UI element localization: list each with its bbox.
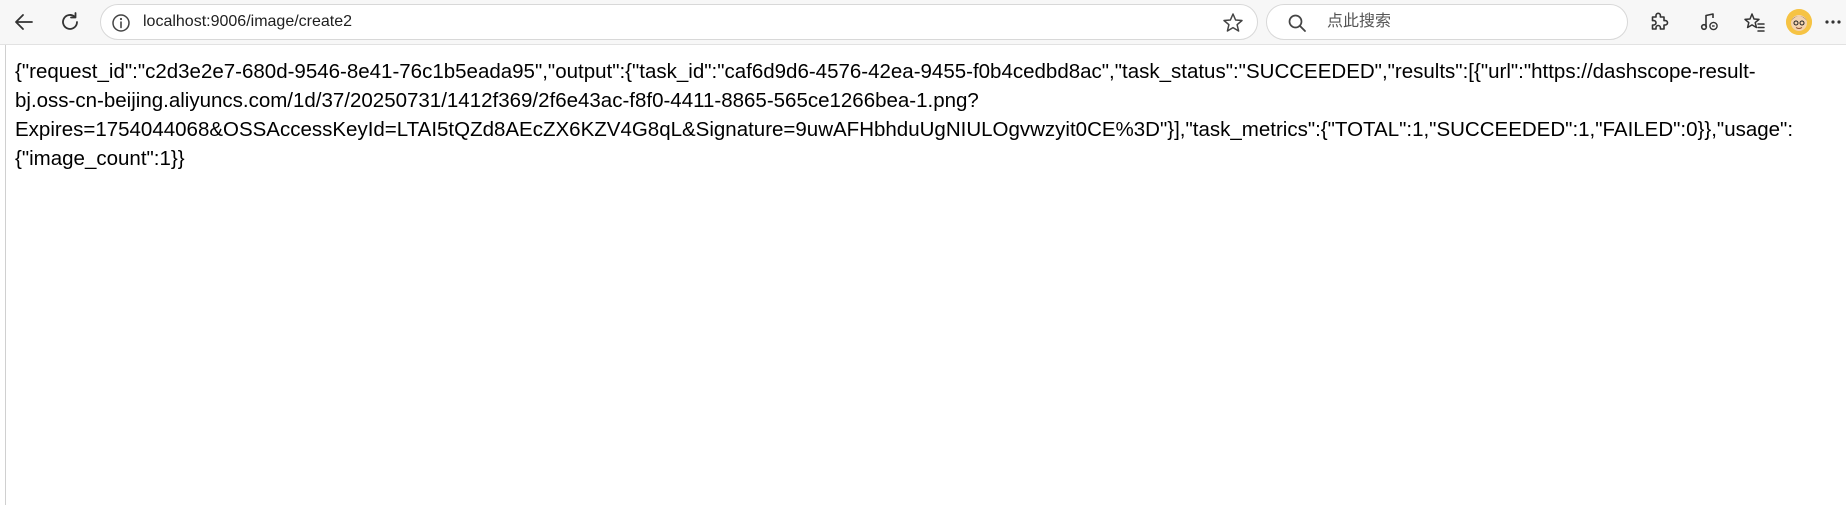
reload-icon <box>59 11 81 33</box>
favorites-button[interactable] <box>1738 6 1770 38</box>
address-bar[interactable]: localhost:9006/image/create2 <box>100 4 1258 40</box>
address-url[interactable]: localhost:9006/image/create2 <box>143 5 352 39</box>
music-note-icon <box>1698 11 1720 33</box>
puzzle-icon <box>1648 11 1670 33</box>
back-arrow-icon <box>13 11 35 33</box>
page-content: {"request_id":"c2d3e2e7-680d-9546-8e41-7… <box>5 45 1846 505</box>
avatar[interactable] <box>1786 9 1812 35</box>
back-button[interactable] <box>8 6 40 38</box>
favorites-icon <box>1743 11 1765 33</box>
search-box[interactable]: 点此搜索 <box>1266 4 1628 40</box>
extensions-button[interactable] <box>1643 6 1675 38</box>
json-response-text: {"request_id":"c2d3e2e7-680d-9546-8e41-7… <box>15 60 1794 170</box>
media-button[interactable] <box>1693 6 1725 38</box>
search-icon <box>1287 13 1307 33</box>
site-info-icon[interactable] <box>111 13 131 33</box>
browser-toolbar: localhost:9006/image/create2 点此搜索 <box>0 0 1846 45</box>
reload-button[interactable] <box>54 6 86 38</box>
star-icon[interactable] <box>1221 11 1245 35</box>
more-button[interactable] <box>1820 6 1846 38</box>
search-placeholder[interactable]: 点此搜索 <box>1327 5 1391 39</box>
more-icon <box>1824 11 1842 33</box>
